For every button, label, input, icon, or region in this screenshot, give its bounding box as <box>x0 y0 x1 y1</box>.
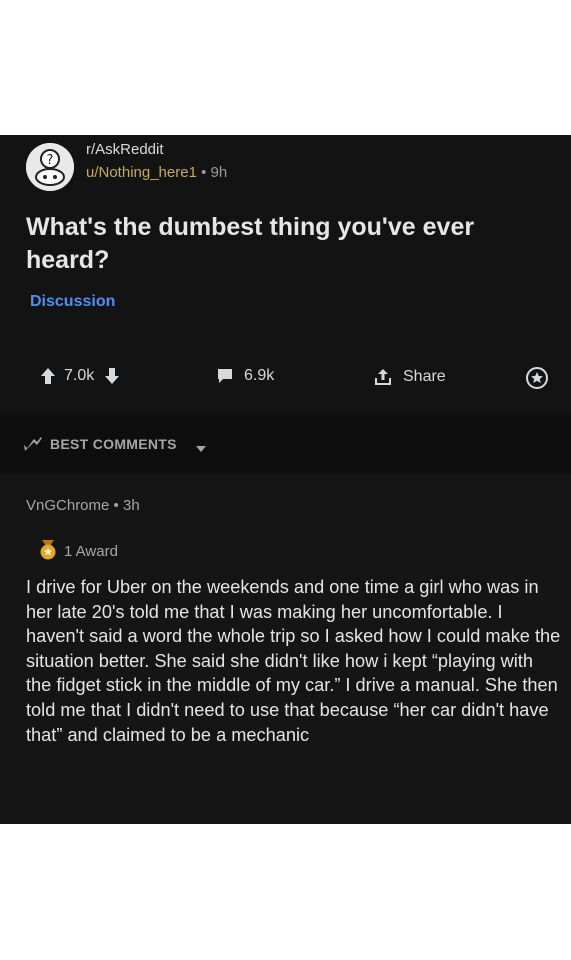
award-button-icon[interactable] <box>525 366 549 390</box>
post-meta: u/Nothing_here1 • 9h <box>86 164 227 181</box>
svg-text:?: ? <box>47 153 54 168</box>
share-label: Share <box>403 368 446 385</box>
post-title[interactable]: What's the dumbest thing you've ever hea… <box>26 211 556 277</box>
sort-label: BEST COMMENTS <box>50 436 177 452</box>
comments-button[interactable]: 6.9k <box>216 367 274 385</box>
sort-bar[interactable]: BEST COMMENTS <box>0 415 571 473</box>
award-count: 1 Award <box>64 542 118 560</box>
vote-group: 7.0k <box>40 367 120 385</box>
score-count: 7.0k <box>64 367 95 384</box>
comment-icon <box>216 367 234 385</box>
meta-separator: • <box>201 164 207 181</box>
comment-age: 3h <box>122 497 140 514</box>
post-author[interactable]: u/Nothing_here1 <box>86 164 197 181</box>
award-medal-icon <box>38 538 58 564</box>
comment-meta: VnGChrome • 3h <box>26 497 140 514</box>
comment-body: I drive for Uber on the weekends and one… <box>26 577 561 745</box>
comment-author[interactable]: VnGChrome <box>26 497 109 514</box>
downvote-icon[interactable] <box>104 367 120 385</box>
best-comments-icon <box>22 434 44 459</box>
post-age: 9h <box>210 164 228 181</box>
top-comment: VnGChrome • 3h 1 Award I drive for Uber … <box>0 473 571 824</box>
meta-separator: • <box>113 497 119 514</box>
subreddit-name[interactable]: r/AskReddit <box>86 141 164 158</box>
award-badge[interactable]: 1 Award <box>38 538 118 564</box>
share-icon <box>373 367 393 387</box>
chevron-down-icon <box>196 440 206 458</box>
comment-count: 6.9k <box>244 367 275 384</box>
post-header: ? r/AskReddit u/Nothing_here1 • 9h What'… <box>0 135 571 415</box>
post-flair[interactable]: Discussion <box>30 293 115 311</box>
upvote-icon[interactable] <box>40 367 56 385</box>
reddit-screen: ? r/AskReddit u/Nothing_here1 • 9h What'… <box>0 135 571 824</box>
post-actions-bar: 7.0k 6.9k Share <box>0 367 571 395</box>
subreddit-avatar-icon[interactable]: ? <box>26 143 74 191</box>
share-button[interactable]: Share <box>373 367 446 387</box>
